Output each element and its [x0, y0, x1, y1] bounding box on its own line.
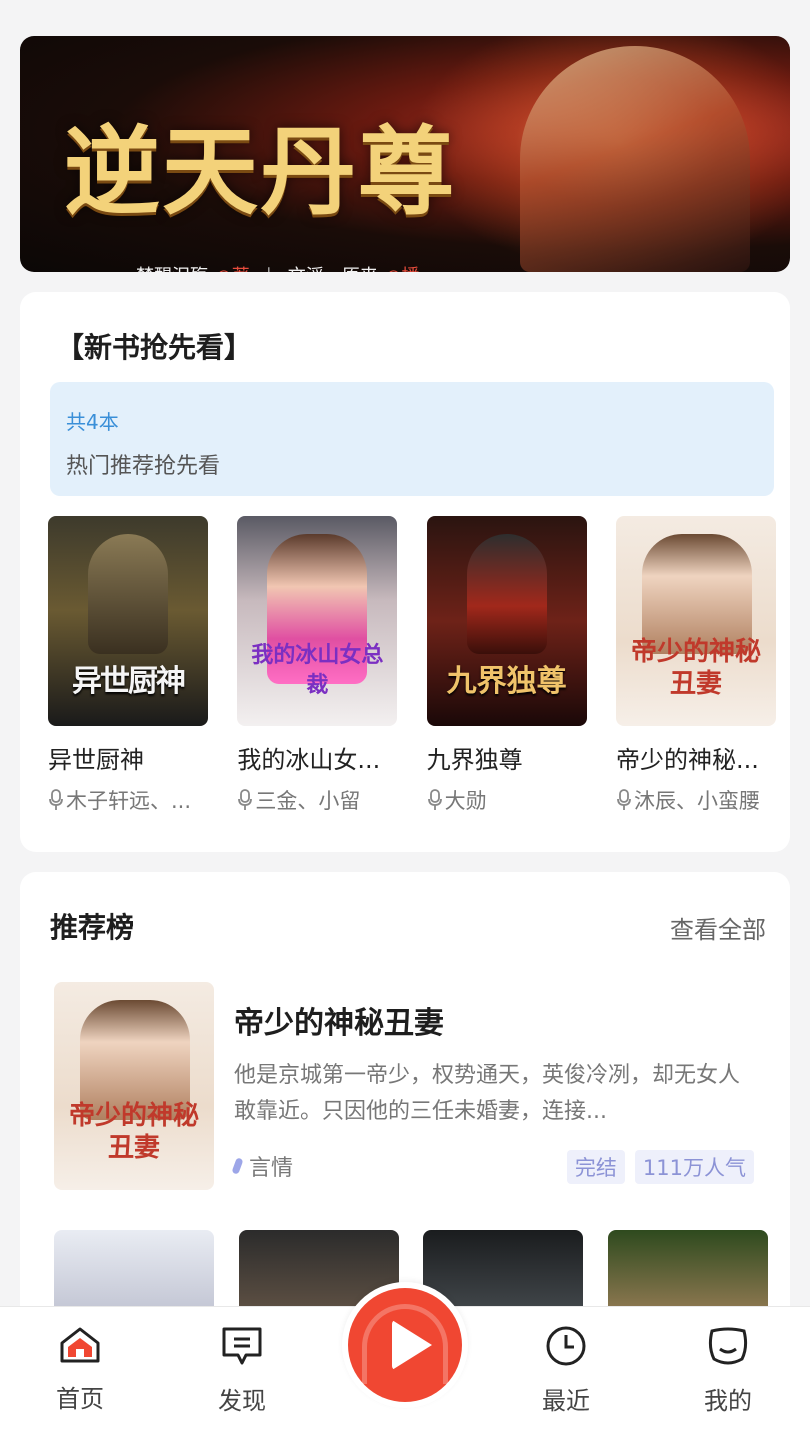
- nav-discover[interactable]: 发现: [182, 1325, 302, 1416]
- book-cover: 我的冰山女总裁: [237, 516, 398, 726]
- nav-discover-label: 发现: [218, 1387, 266, 1415]
- banner-author: 梦醒泪殇: [136, 262, 208, 272]
- play-button[interactable]: [342, 1282, 468, 1408]
- featured-description: 他是京城第一帝少，权势通天，英俊冷冽，却无女人敢靠近。只因他的三任未婚妻，连接.…: [234, 1063, 741, 1124]
- book-item[interactable]: 帝少的神秘丑妻 帝少的神秘... 沐辰、小蛮腰: [615, 516, 778, 815]
- play-icon: [348, 1288, 462, 1402]
- banner-narrator-suffix: ◎播: [386, 262, 420, 272]
- book-list: 异世厨神 异世厨神 木子轩远、... 我的冰山女总裁 我的冰山女... 三金、小…: [48, 516, 778, 815]
- profile-icon: [708, 1327, 748, 1365]
- mic-icon: [238, 789, 253, 810]
- book-tags: 完结 111万人气: [566, 1150, 754, 1184]
- narrator-name: 木子轩远、...: [66, 789, 192, 813]
- home-icon: [60, 1327, 100, 1363]
- book-item[interactable]: 异世厨神 异世厨神 木子轩远、...: [48, 516, 210, 815]
- discover-icon: [222, 1327, 262, 1365]
- banner-character-art: [520, 46, 750, 272]
- book-narrator: 木子轩远、...: [48, 785, 208, 815]
- cover-title: 异世厨神: [72, 664, 186, 699]
- genre-icon: [231, 1157, 244, 1175]
- banner-credits: 梦醒泪殇 ◎著 | 文滔、原来 ◎播: [136, 262, 420, 273]
- cover-title: 我的冰山女总裁: [251, 642, 384, 698]
- nav-recent-label: 最近: [542, 1387, 590, 1415]
- status-badge: 完结: [566, 1150, 625, 1184]
- book-title: 九界独尊: [426, 746, 523, 774]
- new-books-info-box[interactable]: 共4本 热门推荐抢先看: [50, 382, 774, 496]
- narrator-name: 三金、小留: [255, 789, 361, 813]
- cover-title: 帝少的神秘丑妻: [630, 637, 761, 699]
- clock-icon: [546, 1326, 586, 1366]
- view-all-link[interactable]: 查看全部: [670, 910, 766, 945]
- banner-title: 逆天丹尊: [64, 115, 456, 228]
- book-cover: 异世厨神: [48, 516, 208, 726]
- book-title: 异世厨神: [48, 746, 144, 774]
- nav-mine[interactable]: 我的: [668, 1325, 788, 1416]
- new-books-section: 【新书抢先看】 共4本 热门推荐抢先看 异世厨神 异世厨神 木子轩远、... 我…: [20, 292, 790, 852]
- play-triangle: [392, 1320, 432, 1370]
- book-narrator: 大勋: [427, 785, 587, 815]
- section-title: 推荐榜: [50, 911, 135, 944]
- book-item[interactable]: 九界独尊 九界独尊 大勋: [426, 516, 589, 815]
- narrator-name: 大勋: [444, 789, 487, 813]
- book-cover: 九界独尊: [426, 516, 587, 726]
- featured-title: 帝少的神秘丑妻: [234, 1006, 444, 1041]
- cover-figure: [466, 534, 547, 654]
- book-cover: 帝少的神秘丑妻: [615, 516, 776, 726]
- genre-text: 言情: [249, 1156, 294, 1181]
- book-title: 帝少的神秘...: [615, 746, 759, 774]
- nav-mine-label: 我的: [704, 1387, 752, 1415]
- mic-icon: [49, 789, 63, 810]
- book-cover: 帝少的神秘丑妻: [54, 982, 214, 1190]
- nav-recent[interactable]: 最近: [506, 1325, 626, 1416]
- book-narrator: 沐辰、小蛮腰: [616, 785, 776, 815]
- book-narrator: 三金、小留: [237, 785, 397, 815]
- mic-icon: [427, 789, 442, 810]
- banner-divider: |: [266, 265, 272, 273]
- narrator-name: 沐辰、小蛮腰: [633, 789, 760, 813]
- book-count: 共4本: [66, 410, 119, 434]
- genre-label: 言情: [231, 1150, 294, 1182]
- info-description: 热门推荐抢先看: [66, 454, 221, 479]
- book-item[interactable]: 我的冰山女总裁 我的冰山女... 三金、小留: [237, 516, 399, 815]
- nav-home[interactable]: 首页: [20, 1325, 140, 1414]
- cover-title: 帝少的神秘丑妻: [68, 1101, 199, 1163]
- mic-icon: [617, 789, 631, 810]
- hero-banner[interactable]: 逆天丹尊 梦醒泪殇 ◎著 | 文滔、原来 ◎播: [20, 36, 790, 272]
- recommend-section: 推荐榜 查看全部 帝少的神秘丑妻 帝少的神秘丑妻 他是京城第一帝少，权势通天，英…: [20, 872, 790, 1332]
- featured-book[interactable]: 帝少的神秘丑妻 帝少的神秘丑妻 他是京城第一帝少，权势通天，英俊冷冽，却无女人敢…: [54, 982, 760, 1192]
- cover-figure: [88, 534, 168, 654]
- section-title: 【新书抢先看】: [56, 331, 253, 364]
- book-title: 我的冰山女...: [237, 746, 381, 774]
- banner-author-suffix: ◎著: [216, 262, 250, 272]
- banner-narrators: 文滔、原来: [288, 262, 378, 272]
- cover-title: 九界独尊: [446, 664, 567, 699]
- nav-home-label: 首页: [56, 1385, 104, 1413]
- popularity-badge: 111万人气: [634, 1150, 754, 1184]
